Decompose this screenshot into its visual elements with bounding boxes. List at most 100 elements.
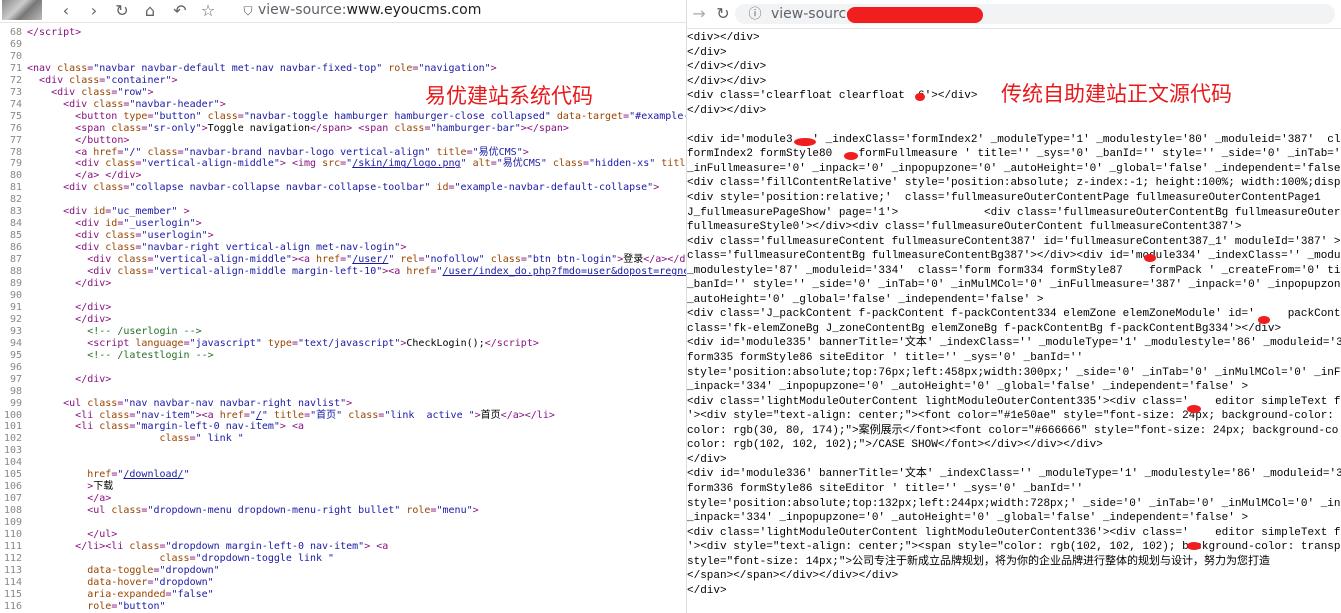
- line-number: 102: [3, 433, 22, 445]
- source-line: color: rgb(102, 102, 102);">/CASE SHOW</…: [687, 439, 1103, 452]
- line-code: <!-- /userlogin -->: [87, 325, 202, 337]
- line-number: 68: [9, 27, 22, 38]
- line-number: 94: [9, 337, 22, 349]
- line-number: 98: [9, 385, 22, 397]
- line-code: </a>: [87, 493, 112, 505]
- redaction-mark: [794, 138, 816, 146]
- line-code: class=" link ": [159, 433, 244, 445]
- bookmark-star-icon[interactable]: ☆: [198, 1, 218, 21]
- source-line: 108 <ul class="dropdown-menu dropdown-me…: [0, 505, 686, 517]
- source-line: <div class='J_packContent f-packContent …: [687, 308, 1341, 321]
- line-code: role="button": [87, 600, 166, 612]
- line-number: 114: [3, 576, 22, 588]
- source-line: </div>: [687, 46, 727, 59]
- reload-icon[interactable]: ↻: [713, 4, 733, 24]
- line-number: 85: [9, 230, 22, 242]
- line-number: 76: [9, 122, 22, 134]
- security-shield-icon: ⛉: [243, 4, 253, 18]
- url-prefix: view-source:: [258, 2, 347, 18]
- url-prefix: view-source: [771, 6, 855, 22]
- line-number: 72: [9, 74, 22, 86]
- reload-icon[interactable]: ↻: [112, 1, 132, 21]
- line-code: </li><li class="dropdown margin-left-0 n…: [75, 540, 389, 552]
- source-line: 102 class=" link ": [0, 433, 686, 445]
- right-source-code: <div></div> </div> </div></div> </div></div…: [687, 31, 1341, 598]
- source-line: style="font-size: 14px;">公司专注于新成立品牌规划，将为…: [687, 555, 1271, 568]
- source-line: 68 </script>: [0, 27, 686, 39]
- redaction-mark: [844, 152, 858, 160]
- back-icon[interactable]: ‹: [56, 1, 76, 21]
- redaction-mark: [915, 93, 925, 101]
- source-line: 81 <div class="collapse navbar-collapse …: [0, 182, 686, 194]
- source-line: _inFullmeasure='0' _inpack='0' _inpopupz…: [687, 162, 1341, 175]
- source-line: formIndex2 formStyle80 formFullmeasure '…: [687, 148, 1341, 161]
- source-line: form336 formStyle86 siteEditor ' title='…: [687, 482, 1084, 495]
- source-line: <div class='lightModuleOuterContent ligh…: [687, 395, 1341, 408]
- source-line: [687, 118, 1341, 133]
- source-line: 69: [0, 39, 686, 51]
- line-number: 87: [9, 254, 22, 266]
- line-number: 116: [3, 600, 22, 612]
- source-line: 78 <a href="/" class="navbar-brand navba…: [0, 147, 686, 159]
- home-icon[interactable]: ⌂: [140, 1, 160, 21]
- line-code: <script language="javascript" type="text…: [87, 337, 539, 349]
- line-number: 97: [9, 373, 22, 385]
- line-number: 75: [9, 110, 22, 122]
- source-line: style='position:absolute;top:132px;left:…: [687, 497, 1341, 510]
- source-line: 98: [0, 386, 686, 398]
- line-number: 108: [3, 505, 22, 517]
- line-number: 106: [3, 481, 22, 493]
- line-code: <div class="userlogin">: [75, 230, 214, 242]
- address-bar[interactable]: view-source:www.eyoucms.com: [258, 2, 481, 18]
- line-number: 113: [3, 564, 22, 576]
- line-code: class="dropdown-toggle link ": [159, 552, 335, 564]
- line-code: <div class="collapse navbar-collapse nav…: [63, 182, 660, 194]
- source-line: color: rgb(30, 80, 174);">案例展示</font><fo…: [687, 424, 1339, 437]
- line-code: <button type="button" class="navbar-togg…: [75, 110, 686, 122]
- source-line: 77 </button>: [0, 135, 686, 147]
- line-number: 107: [3, 493, 22, 505]
- info-icon: ⓘ: [748, 7, 762, 22]
- source-line: 110 </ul>: [0, 529, 686, 541]
- source-line: </div></div>: [687, 61, 767, 74]
- line-code: </div>: [75, 373, 112, 385]
- source-line: <div></div>: [687, 32, 760, 44]
- source-line: <div class='fillContentRelative' style='…: [687, 177, 1341, 190]
- right-toolbar: → ↻ ⓘ view-source: [687, 0, 1341, 29]
- line-code: </div>: [75, 313, 112, 325]
- source-line: 103: [0, 445, 686, 457]
- line-number: 112: [3, 552, 22, 564]
- source-line: <div id='module3 ' _indexClass='formInde…: [687, 133, 1341, 146]
- line-code: <div class="vertical-align-middle margin…: [87, 266, 686, 278]
- line-code: </div>: [75, 301, 112, 313]
- line-code: <li class="margin-left-0 nav-item"> <a: [75, 421, 304, 433]
- line-number: 74: [9, 98, 22, 110]
- source-line: '><div style="text-align: center;"><span…: [687, 541, 1341, 554]
- source-line: '><div style="text-align: center;"><font…: [687, 410, 1341, 423]
- redaction-mark: [1144, 254, 1156, 262]
- line-number: 92: [9, 313, 22, 325]
- source-line: _autoHeight='0' _global='false' _indepen…: [687, 293, 1044, 306]
- line-number: 84: [9, 218, 22, 230]
- line-code: <div class="row">: [51, 86, 154, 98]
- source-line: 96: [0, 362, 686, 374]
- line-code: <span class="sr-only">Toggle navigation<…: [75, 122, 569, 134]
- line-number: 109: [3, 517, 22, 529]
- line-number: 89: [9, 278, 22, 290]
- forward-icon[interactable]: ›: [84, 1, 104, 21]
- source-line: 82: [0, 194, 686, 206]
- source-line: 89 </div>: [0, 278, 686, 290]
- line-code: </button>: [75, 134, 130, 146]
- undo-icon[interactable]: ↶: [170, 1, 190, 21]
- line-code: <ul class="dropdown-menu dropdown-menu-r…: [87, 505, 479, 517]
- avatar: [2, 0, 42, 20]
- source-line: <div class='fullmeasureContent fullmeasu…: [687, 235, 1341, 248]
- source-line: 93 <!-- /userlogin -->: [0, 326, 686, 338]
- source-line: _banId='' style='' _side='0' _inTab='0' …: [687, 279, 1341, 292]
- source-line: class='fk-elemZoneBg J_zoneContentBg ele…: [687, 322, 1282, 335]
- line-code: <div class="navbar-header">: [63, 98, 226, 110]
- source-line: 107 </a>: [0, 493, 686, 505]
- line-number: 101: [3, 421, 22, 433]
- source-line: 111 </li><li class="dropdown margin-left…: [0, 541, 686, 553]
- forward-icon[interactable]: →: [689, 4, 709, 24]
